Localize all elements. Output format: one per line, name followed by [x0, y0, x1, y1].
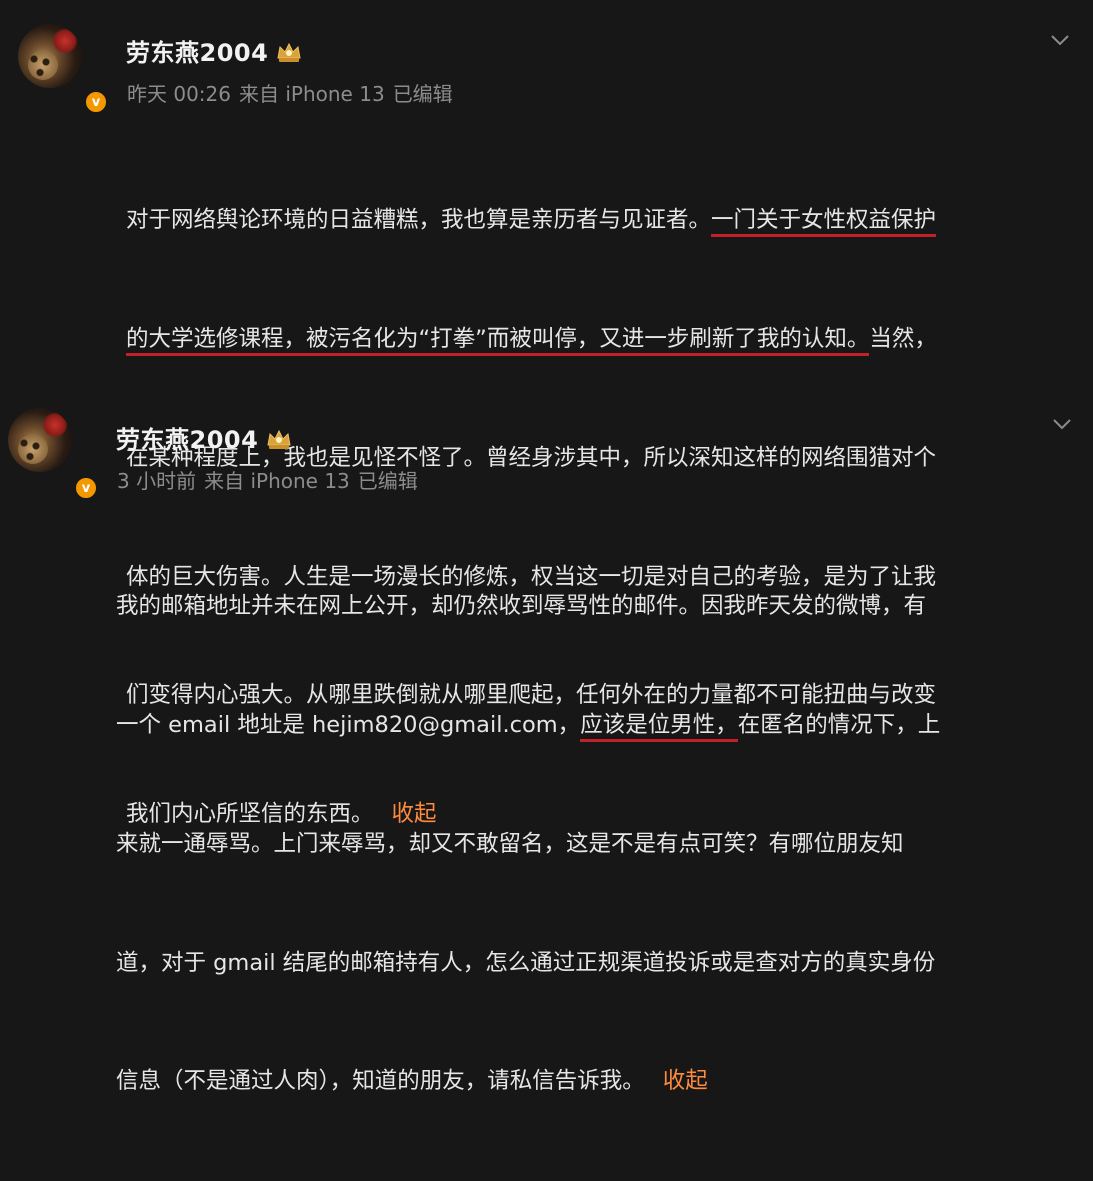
chevron-down-icon[interactable]: [1050, 32, 1070, 46]
username-text[interactable]: 劳东燕2004: [116, 426, 258, 454]
avatar-bird-shape: [52, 28, 78, 54]
post-line: 道，对于 gmail 结尾的邮箱持有人，怎么通过正规渠道投诉或是查对方的真实身份: [116, 944, 940, 984]
post-time[interactable]: 3 小时前: [117, 469, 196, 493]
crown-level-icon: [266, 428, 292, 450]
avatar-bird-shape: [42, 412, 68, 438]
username[interactable]: 劳东燕2004: [126, 33, 302, 68]
username-text[interactable]: 劳东燕2004: [126, 39, 268, 67]
text-segment: 在匿名的情况下，上: [737, 711, 941, 738]
post-line: 来就一通辱骂。上门来辱骂，却又不敢留名，这是不是有点可笑？有哪位朋友知: [116, 825, 940, 865]
text-segment: 我的邮箱地址并未在网上公开，却仍然收到辱骂性的邮件。因我昨天发的微博，有: [116, 593, 927, 620]
text-segment: 信息（不是通过人肉），知道的朋友，请私信告诉我。: [116, 1068, 645, 1095]
avatar[interactable]: [18, 24, 82, 88]
text-segment: 来就一通辱骂。上门来辱骂，却又不敢留名，这是不是有点可笑？有哪位朋友知: [116, 830, 904, 857]
verified-badge-icon: v: [74, 476, 98, 500]
post-line: 对于网络舆论环境的日益糟糕，我也算是亲历者与见证者。一门关于女性权益保护: [126, 201, 937, 241]
post-meta: 昨天 00:26 来自 iPhone 13 已编辑: [127, 78, 461, 107]
underlined-text: 的大学选修课程，被污名化为“打拳”而被叫停，又进一步刷新了我的认知。: [126, 325, 870, 356]
avatar-leopard-shape: [28, 50, 58, 80]
post-source: 来自 iPhone 13: [239, 82, 385, 106]
text-segment: 道，对于 gmail 结尾的邮箱持有人，怎么通过正规渠道投诉或是查对方的真实身份: [116, 949, 936, 976]
post-line: 信息（不是通过人肉），知道的朋友，请私信告诉我。 收起: [116, 1062, 940, 1102]
collapse-link[interactable]: 收起: [663, 1068, 708, 1094]
post-source: 来自 iPhone 13: [204, 469, 350, 493]
username[interactable]: 劳东燕2004: [116, 420, 292, 455]
verified-badge-icon: v: [84, 90, 108, 114]
post-time[interactable]: 昨天 00:26: [127, 82, 231, 106]
underlined-text: 一门关于女性权益保护: [711, 207, 937, 238]
post-line: 的大学选修课程，被污名化为“打拳”而被叫停，又进一步刷新了我的认知。当然，: [126, 320, 937, 360]
avatar[interactable]: [8, 408, 72, 472]
post-line: 一个 email 地址是 hejim820@gmail.com，应该是位男性，在…: [116, 706, 940, 746]
edited-label[interactable]: 已编辑: [393, 82, 453, 106]
crown-level-icon: [276, 41, 302, 63]
post-meta: 3 小时前 来自 iPhone 13 已编辑: [117, 465, 426, 494]
chevron-down-icon[interactable]: [1052, 416, 1072, 430]
text-segment: 对于网络舆论环境的日益糟糕，我也算是亲历者与见证者。: [126, 207, 712, 234]
avatar-leopard-shape: [18, 434, 48, 464]
post-line: 我的邮箱地址并未在网上公开，却仍然收到辱骂性的邮件。因我昨天发的微博，有: [116, 587, 940, 627]
underlined-text: 应该是位男性，: [580, 711, 738, 742]
post-body: 我的邮箱地址并未在网上公开，却仍然收到辱骂性的邮件。因我昨天发的微博，有 一个 …: [116, 508, 940, 1181]
text-segment: 当然，: [869, 325, 937, 352]
text-segment: 一个 email 地址是 hejim820@gmail.com，: [116, 711, 581, 738]
edited-label[interactable]: 已编辑: [358, 469, 418, 493]
